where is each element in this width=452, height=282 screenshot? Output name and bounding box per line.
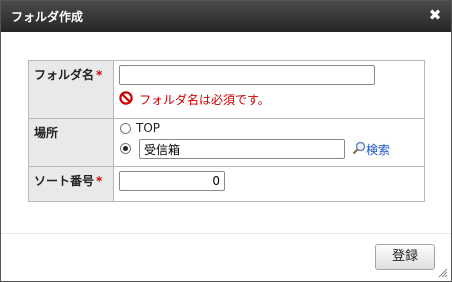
search-icon[interactable] (352, 141, 366, 155)
resize-grip-icon[interactable] (438, 268, 448, 278)
sort-number-input[interactable] (119, 171, 225, 191)
close-icon[interactable]: ✖ (428, 6, 442, 24)
location-label-cell: 場所 (28, 118, 114, 167)
folder-create-dialog: フォルダ作成 ✖ フォルダ名 * フォルダ名は必須です。 場所 TOP 受信箱 … (0, 0, 452, 282)
search-link[interactable]: 検索 (366, 141, 390, 158)
location-cell: TOP 検索 (113, 118, 425, 167)
folder-name-label-cell: フォルダ名 * (28, 60, 114, 119)
location-top-label[interactable]: TOP (136, 121, 160, 135)
dialog-title: フォルダ作成 (11, 10, 84, 24)
location-row: 場所 TOP 検索 (28, 118, 425, 167)
sort-number-label: ソート番号 (34, 174, 95, 188)
folder-name-error: フォルダ名は必須です。 (139, 93, 270, 107)
dialog-titlebar[interactable]: フォルダ作成 ✖ (1, 1, 451, 32)
footer-divider (1, 233, 451, 234)
folder-name-row: フォルダ名 * フォルダ名は必須です。 (28, 60, 425, 119)
sort-number-cell (113, 166, 425, 202)
register-button[interactable]: 登録 (375, 244, 435, 270)
location-folder-radio[interactable] (120, 143, 131, 154)
folder-name-input[interactable] (119, 65, 375, 85)
required-mark: * (96, 174, 103, 188)
location-top-radio[interactable] (120, 123, 131, 134)
prohibited-icon (119, 91, 133, 105)
location-folder-input[interactable] (139, 139, 345, 159)
required-mark: * (96, 68, 103, 82)
sort-number-row: ソート番号 * (28, 166, 425, 202)
location-label: 場所 (34, 126, 59, 140)
folder-name-label: フォルダ名 (34, 68, 95, 82)
sort-number-label-cell: ソート番号 * (28, 166, 114, 202)
folder-form: フォルダ名 * フォルダ名は必須です。 場所 TOP 受信箱 検索 ソート番号 … (28, 60, 425, 202)
folder-name-cell: フォルダ名は必須です。 (113, 60, 425, 119)
